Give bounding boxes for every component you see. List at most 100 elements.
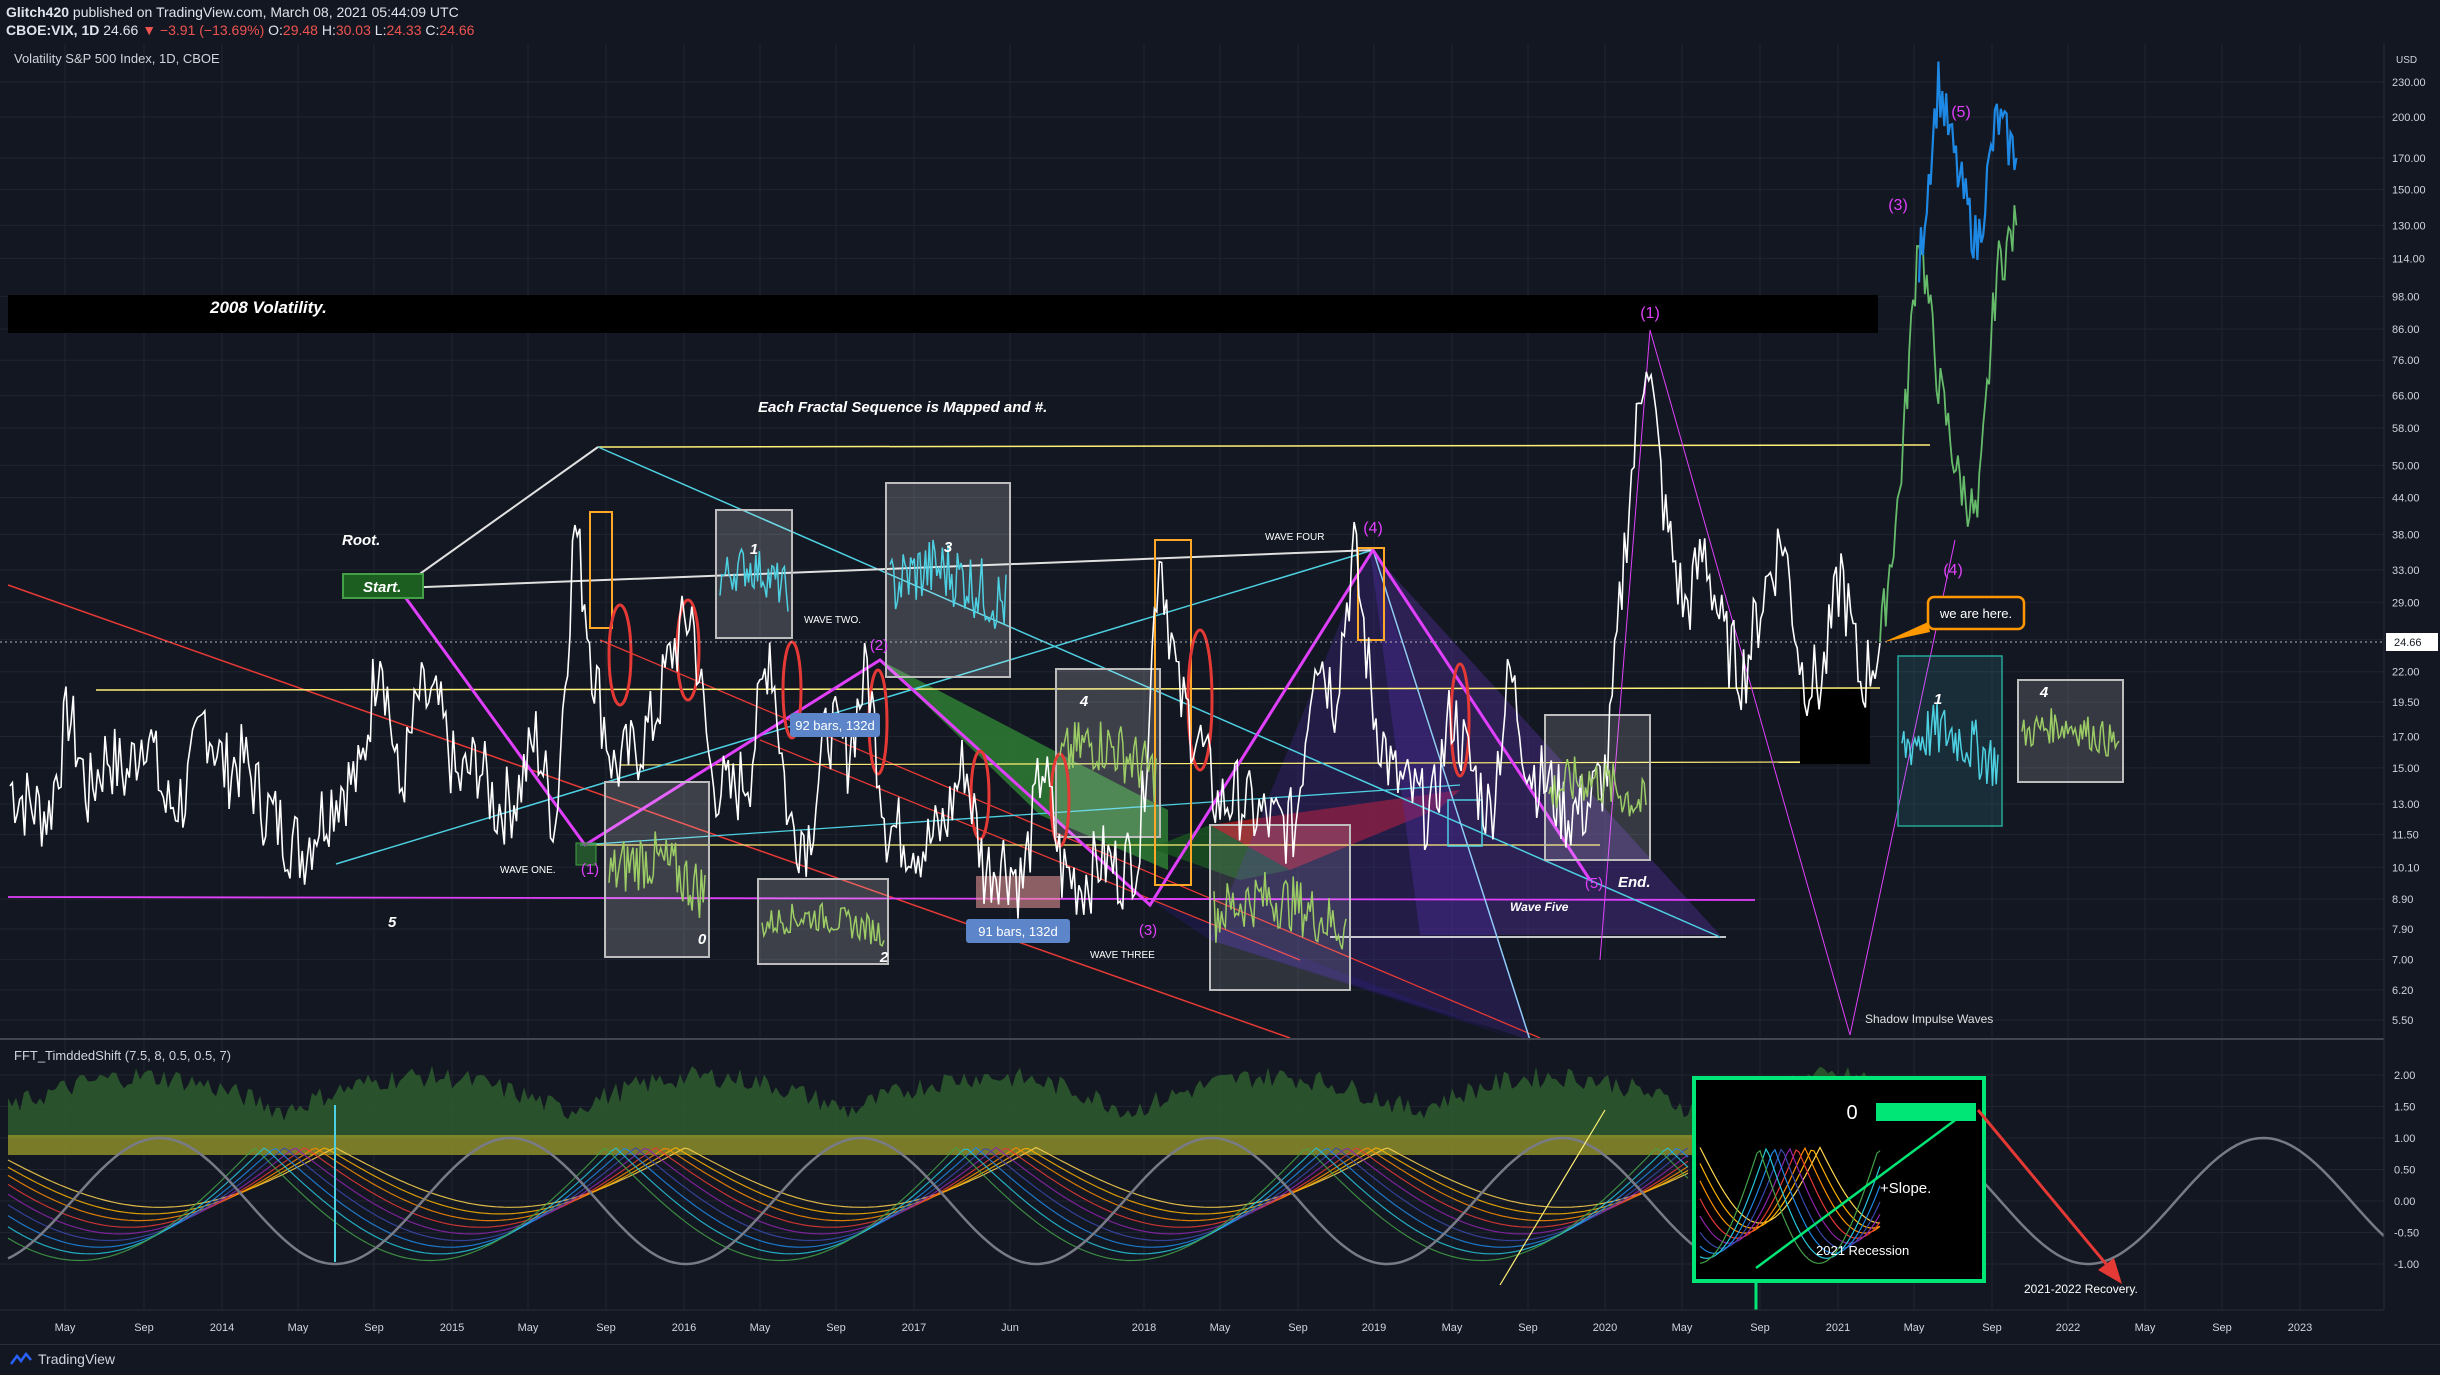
- tradingview-logo-icon: [10, 1352, 32, 1365]
- white-line-1: [399, 446, 599, 589]
- time-tick-label: 2016: [672, 1322, 696, 1334]
- fractal-box-0: [604, 781, 710, 958]
- price-tick-label: 5.50: [2392, 1015, 2413, 1027]
- time-tick-label: May: [55, 1322, 76, 1334]
- price-tick-label: 33.00: [2392, 565, 2420, 577]
- price-tick-label: 66.00: [2392, 391, 2420, 403]
- time-tick-label: May: [288, 1322, 309, 1334]
- wave-label-3: (3): [1139, 922, 1157, 939]
- time-tick-label: Sep: [1288, 1322, 1308, 1334]
- price-tick-label: 50.00: [2392, 460, 2420, 472]
- osc-tick-label: 2.00: [2394, 1070, 2415, 1082]
- wave-label-2: (2): [870, 637, 888, 654]
- end-label: End.: [1618, 874, 1651, 891]
- publisher-name[interactable]: Glitch420: [6, 4, 69, 20]
- bars-callout-b-text: 91 bars, 132d: [978, 924, 1058, 939]
- price-axis[interactable]: [2384, 44, 2440, 1344]
- wave-label-1: (1): [581, 861, 599, 878]
- wave-label-future-4: (4): [1943, 562, 1963, 579]
- time-tick-label: Sep: [364, 1322, 384, 1334]
- time-tick-label: 2023: [2288, 1322, 2312, 1334]
- callout-text: we are here.: [1939, 606, 2012, 621]
- recession-green-bar: [1876, 1103, 1976, 1121]
- time-tick-label: 2017: [902, 1322, 926, 1334]
- wave-five-label: Wave Five: [1510, 900, 1569, 914]
- box-num-0: 0: [698, 931, 707, 948]
- time-tick-label: Sep: [1982, 1322, 2002, 1334]
- time-tick-label: May: [750, 1322, 771, 1334]
- chart-canvas[interactable]: Volatility S&P 500 Index, 1D, CBOE 2008 …: [0, 0, 2440, 1374]
- osc-ribbon-line: [7, 1146, 1689, 1262]
- price-tick-label: 29.00: [2392, 597, 2420, 609]
- price-tick-label: 6.20: [2392, 985, 2413, 997]
- high-label: H:: [321, 22, 336, 38]
- tradingview-logo-text: TradingView: [38, 1351, 116, 1367]
- osc-tick-label: 1.50: [2394, 1102, 2415, 1114]
- low-value: 24.33: [386, 22, 422, 38]
- time-tick-label: 2018: [1132, 1322, 1156, 1334]
- time-tick-label: Sep: [596, 1322, 616, 1334]
- box-num-future-4: 4: [2039, 684, 2049, 701]
- box-num-2: 2: [879, 949, 889, 966]
- time-tick-label: Sep: [134, 1322, 154, 1334]
- price-tick-label: 170.00: [2392, 153, 2426, 165]
- price-tick-label: 76.00: [2392, 355, 2420, 367]
- price-tick-label: 15.00: [2392, 763, 2420, 775]
- bars-callout-a-text: 92 bars, 132d: [795, 718, 875, 733]
- recession-panel: 0 +Slope. 2021 Recession: [1692, 1076, 1986, 1312]
- we-are-here-callout: we are here.: [1884, 595, 2026, 642]
- time-tick-label: May: [518, 1322, 539, 1334]
- time-tick-label: Sep: [1518, 1322, 1538, 1334]
- symbol-name[interactable]: CBOE:VIX, 1D: [6, 22, 99, 38]
- price-tick-label: 19.50: [2392, 697, 2420, 709]
- recovery-arrow: [1976, 1109, 2118, 1277]
- box-num-3: 3: [944, 539, 953, 556]
- shadow-impulse-label: Shadow Impulse Waves: [1865, 1012, 1993, 1026]
- publisher-line: Glitch420 published on TradingView.com, …: [6, 4, 459, 20]
- price-tick-label: 230.00: [2392, 77, 2426, 89]
- price-tick-label: 13.00: [2392, 799, 2420, 811]
- tradingview-logo[interactable]: TradingView: [10, 1351, 115, 1367]
- wave-label-future-3: (3): [1888, 197, 1908, 214]
- price-tick-label: 17.00: [2392, 731, 2420, 743]
- time-tick-label: Sep: [2212, 1322, 2232, 1334]
- close-label: C:: [425, 22, 440, 38]
- wave-label-4: (4): [1363, 520, 1383, 537]
- box-num-4: 4: [1079, 693, 1089, 710]
- osc-tick-label: -0.50: [2394, 1228, 2419, 1240]
- time-tick-label: 2019: [1362, 1322, 1386, 1334]
- main-chart-title: Volatility S&P 500 Index, 1D, CBOE: [14, 51, 220, 66]
- time-tick-label: Sep: [1750, 1322, 1770, 1334]
- price-tick-label: 7.90: [2392, 924, 2413, 936]
- osc-tick-label: 0.00: [2394, 1196, 2415, 1208]
- callout-pointer: [1884, 622, 1930, 642]
- wave-one-label: WAVE ONE.: [500, 865, 556, 876]
- time-tick-label: May: [2135, 1322, 2156, 1334]
- wave-label-future-5: (5): [1951, 104, 1971, 121]
- start-label: Start.: [363, 579, 401, 596]
- time-tick-label: May: [1210, 1322, 1231, 1334]
- price-change: −3.91 (−13.69%): [159, 22, 265, 38]
- price-tick-label: 58.00: [2392, 423, 2420, 435]
- time-tick-label: Jun: [1001, 1322, 1019, 1334]
- five-label: 5: [388, 914, 397, 931]
- fractal-box-1: [715, 509, 793, 639]
- time-tick-label: 2021: [1826, 1322, 1850, 1334]
- recession-zero: 0: [1846, 1102, 1857, 1124]
- wave-four-label: WAVE FOUR: [1265, 532, 1324, 543]
- box-num-future-1: 1: [1934, 691, 1942, 708]
- osc-tick-label: -1.00: [2394, 1259, 2419, 1271]
- time-axis[interactable]: [0, 1310, 2384, 1344]
- time-tick-label: May: [1904, 1322, 1925, 1334]
- oscillator-area: [8, 1065, 1878, 1138]
- osc-tick-label: 1.00: [2394, 1133, 2415, 1145]
- recession-label: 2021 Recession: [1816, 1243, 1909, 1258]
- wave-label-5: (5): [1585, 875, 1603, 892]
- low-label: L:: [374, 22, 387, 38]
- fractal-headline: Each Fractal Sequence is Mapped and #.: [758, 399, 1047, 416]
- cyan-line-2: [335, 549, 1374, 865]
- osc-tick-label: 0.50: [2394, 1165, 2415, 1177]
- projection-blue-line: [1917, 61, 2018, 283]
- chart-footer: TradingView: [0, 1344, 2440, 1375]
- open-label: O:: [268, 22, 283, 38]
